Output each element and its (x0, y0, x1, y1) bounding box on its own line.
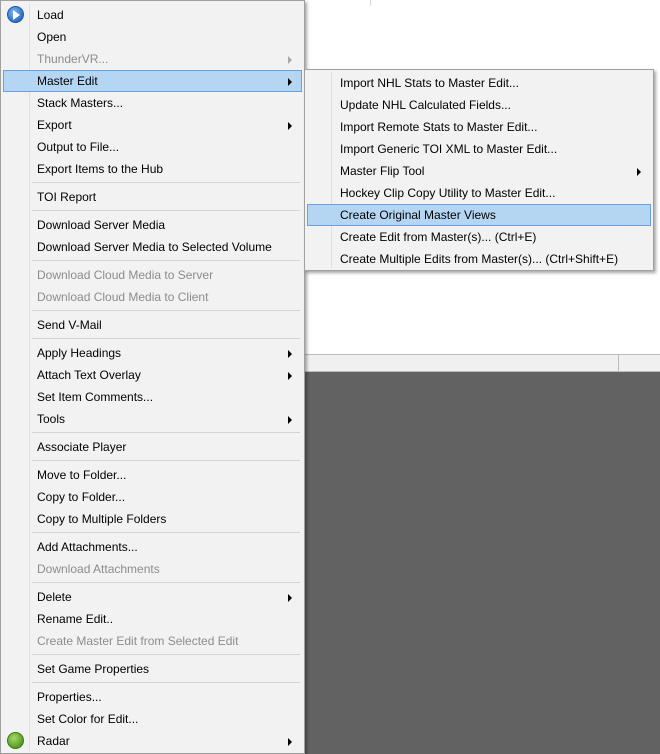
menu-item-radar[interactable]: Radar (3, 730, 302, 752)
menu-item-export[interactable]: Export (3, 114, 302, 136)
menu-item-label: Apply Headings (37, 346, 122, 360)
menu-item-label: Import Remote Stats to Master Edit... (340, 120, 538, 134)
menu-item-load[interactable]: Load (3, 4, 302, 26)
menu-item-output-to-file[interactable]: Output to File... (3, 136, 302, 158)
menu-item-open[interactable]: Open (3, 26, 302, 48)
menu-item-create-master-edit-from-selected-edit: Create Master Edit from Selected Edit (3, 630, 302, 652)
menu-item-download-server-media[interactable]: Download Server Media (3, 214, 302, 236)
submenu-arrow-icon (288, 122, 292, 130)
menu-item-label: TOI Report (37, 190, 97, 204)
menu-item-stack-masters[interactable]: Stack Masters... (3, 92, 302, 114)
play-icon (7, 6, 24, 23)
submenu-item-hockey-clip-copy-utility-to-master-edit[interactable]: Hockey Clip Copy Utility to Master Edit.… (307, 182, 651, 204)
menu-item-set-game-properties[interactable]: Set Game Properties (3, 658, 302, 680)
menu-item-export-items-to-the-hub[interactable]: Export Items to the Hub (3, 158, 302, 180)
menu-item-label: Master Edit (37, 74, 98, 88)
menu-item-thundervr: ThunderVR... (3, 48, 302, 70)
horizontal-scrollbar[interactable] (300, 354, 660, 372)
menu-item-set-item-comments[interactable]: Set Item Comments... (3, 386, 302, 408)
submenu-item-create-edit-from-master-s-ctrl-e[interactable]: Create Edit from Master(s)... (Ctrl+E) (307, 226, 651, 248)
menu-item-label: Add Attachments... (37, 540, 138, 554)
submenu-arrow-icon (288, 56, 292, 64)
submenu-arrow-icon (288, 78, 292, 86)
menu-item-label: Associate Player (37, 440, 127, 454)
menu-item-label: Download Server Media to Selected Volume (37, 240, 272, 254)
scrollbar-segment (618, 354, 619, 372)
submenu-item-create-multiple-edits-from-master-s-ctrl-shift-e[interactable]: Create Multiple Edits from Master(s)... … (307, 248, 651, 270)
menu-item-label: Copy to Multiple Folders (37, 512, 167, 526)
menu-item-label: Set Item Comments... (37, 390, 154, 404)
menu-item-label: Create Original Master Views (340, 208, 496, 222)
menu-item-attach-text-overlay[interactable]: Attach Text Overlay (3, 364, 302, 386)
menu-item-label: Import Generic TOI XML to Master Edit... (340, 142, 558, 156)
menu-item-label: ThunderVR... (37, 52, 109, 66)
menu-item-label: Rename Edit.. (37, 612, 114, 626)
menu-item-label: Create Edit from Master(s)... (Ctrl+E) (340, 230, 537, 244)
menu-item-send-v-mail[interactable]: Send V-Mail (3, 314, 302, 336)
menu-item-label: Create Multiple Edits from Master(s)... … (340, 252, 619, 266)
menu-item-label: Copy to Folder... (37, 490, 126, 504)
menu-item-label: Download Attachments (37, 562, 160, 576)
menu-item-delete[interactable]: Delete (3, 586, 302, 608)
menu-item-set-color-for-edit[interactable]: Set Color for Edit... (3, 708, 302, 730)
context-menu: Load Open ThunderVR... Master Edit Stack Mas… (0, 0, 305, 754)
radar-icon (7, 732, 24, 749)
menu-item-label: Export (37, 118, 72, 132)
menu-item-label: Download Cloud Media to Server (37, 268, 214, 282)
submenu-arrow-icon (288, 372, 292, 380)
menu-item-label: Delete (37, 590, 72, 604)
menu-item-label: Stack Masters... (37, 96, 124, 110)
submenu-arrow-icon (288, 416, 292, 424)
menu-item-label: Download Cloud Media to Client (37, 290, 209, 304)
menu-item-associate-player[interactable]: Associate Player (3, 436, 302, 458)
submenu-item-import-generic-toi-xml-to-master-edit[interactable]: Import Generic TOI XML to Master Edit... (307, 138, 651, 160)
submenu-arrow-icon (288, 738, 292, 746)
menu-item-label: Radar (37, 734, 70, 748)
submenu-arrow-icon (288, 350, 292, 358)
menu-item-label: Master Flip Tool (340, 164, 425, 178)
menu-item-label: Import NHL Stats to Master Edit... (340, 76, 519, 90)
menu-item-download-attachments: Download Attachments (3, 558, 302, 580)
menu-item-label: Update NHL Calculated Fields... (340, 98, 511, 112)
menu-item-tools[interactable]: Tools (3, 408, 302, 430)
menu-item-copy-to-folder[interactable]: Copy to Folder... (3, 486, 302, 508)
menu-item-label: Set Color for Edit... (37, 712, 139, 726)
menu-item-download-cloud-media-to-client: Download Cloud Media to Client (3, 286, 302, 308)
menu-item-download-cloud-media-to-server: Download Cloud Media to Server (3, 264, 302, 286)
menu-item-label: Hockey Clip Copy Utility to Master Edit.… (340, 186, 556, 200)
menu-item-copy-to-multiple-folders[interactable]: Copy to Multiple Folders (3, 508, 302, 530)
menu-item-label: Load (37, 8, 64, 22)
menu-item-add-attachments[interactable]: Add Attachments... (3, 536, 302, 558)
video-preview-panel (300, 372, 660, 754)
submenu-item-import-nhl-stats-to-master-edit[interactable]: Import NHL Stats to Master Edit... (307, 72, 651, 94)
submenu-item-update-nhl-calculated-fields[interactable]: Update NHL Calculated Fields... (307, 94, 651, 116)
menu-item-label: Open (37, 30, 67, 44)
menu-item-label: Properties... (37, 690, 102, 704)
menu-item-rename-edit[interactable]: Rename Edit.. (3, 608, 302, 630)
menu-item-move-to-folder[interactable]: Move to Folder... (3, 464, 302, 486)
menu-item-download-server-media-to-selected-volume[interactable]: Download Server Media to Selected Volume (3, 236, 302, 258)
menu-item-toi-report[interactable]: TOI Report (3, 186, 302, 208)
menu-item-label: Export Items to the Hub (37, 162, 164, 176)
submenu-item-master-flip-tool[interactable]: Master Flip Tool (307, 160, 651, 182)
submenu-arrow-icon (637, 168, 641, 176)
menu-item-properties[interactable]: Properties... (3, 686, 302, 708)
workspace-divider (370, 0, 371, 6)
menu-item-label: Download Server Media (37, 218, 166, 232)
submenu-arrow-icon (288, 594, 292, 602)
submenu-item-import-remote-stats-to-master-edit[interactable]: Import Remote Stats to Master Edit... (307, 116, 651, 138)
submenu-item-create-original-master-views[interactable]: Create Original Master Views (307, 204, 651, 226)
menu-item-label: Output to File... (37, 140, 120, 154)
menu-item-label: Attach Text Overlay (37, 368, 141, 382)
menu-item-label: Set Game Properties (37, 662, 150, 676)
menu-item-label: Move to Folder... (37, 468, 127, 482)
menu-item-label: Send V-Mail (37, 318, 102, 332)
menu-item-label: Tools (37, 412, 66, 426)
menu-item-master-edit[interactable]: Master Edit (3, 70, 302, 92)
master-edit-submenu: Import NHL Stats to Master Edit... Update… (304, 69, 654, 271)
menu-item-apply-headings[interactable]: Apply Headings (3, 342, 302, 364)
menu-item-label: Create Master Edit from Selected Edit (37, 634, 239, 648)
